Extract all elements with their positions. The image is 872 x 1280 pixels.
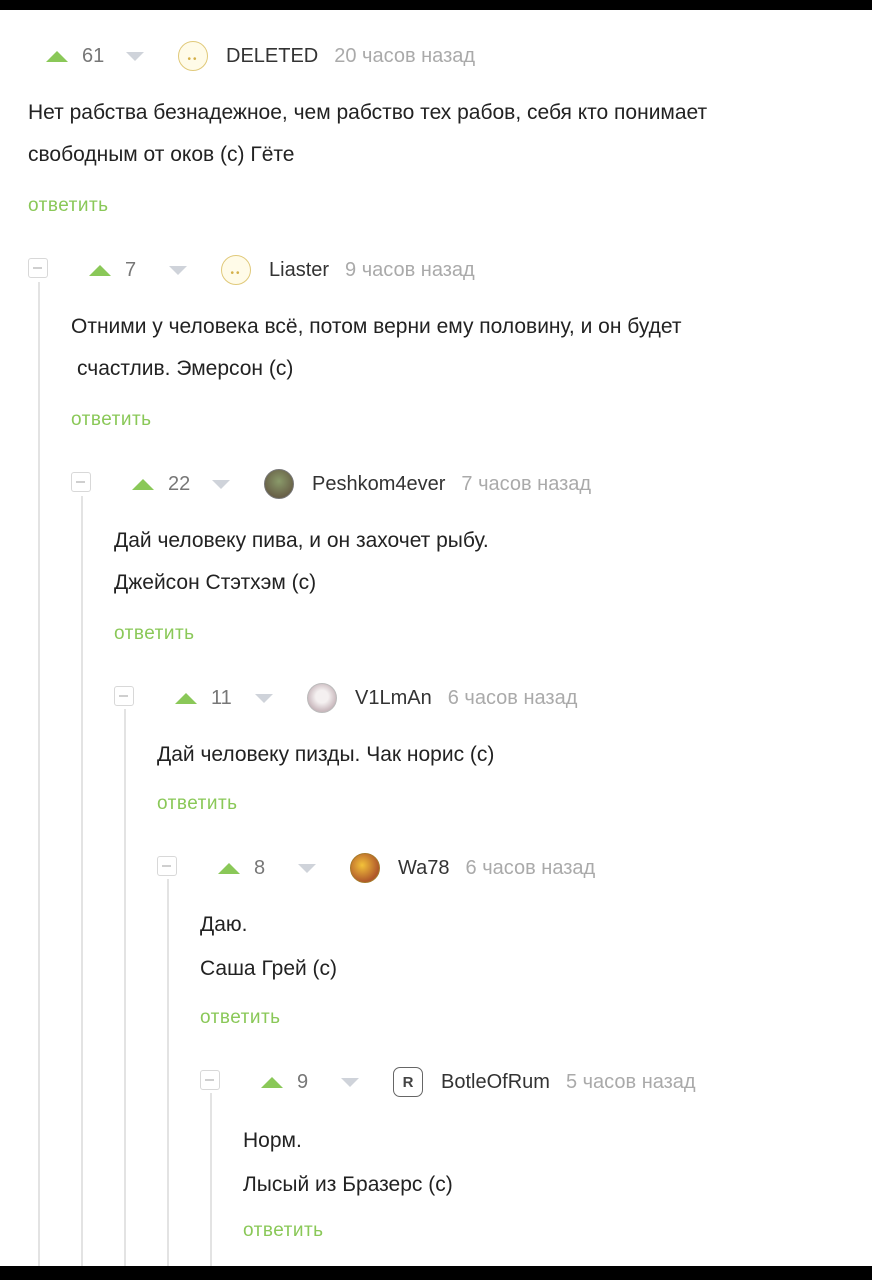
comment-header: 61 DELETED 20 часов назад (28, 36, 475, 76)
upvote-icon[interactable] (89, 264, 111, 276)
comment-header: 7 Liaster 9 часов назад (71, 250, 475, 290)
comment-text-line: Отними у человека всё, потом верни ему п… (71, 315, 682, 338)
top-bar (0, 0, 872, 10)
comment-time: 6 часов назад (465, 856, 596, 879)
comment-time: 5 часов назад (565, 1070, 696, 1093)
upvote-icon[interactable] (46, 50, 68, 62)
comment-header: 9 R BotleOfRum 5 часов назад (243, 1062, 696, 1102)
cat-avatar-icon[interactable] (307, 683, 337, 713)
comment-time: 20 часов назад (334, 44, 476, 67)
downvote-icon[interactable] (169, 265, 187, 275)
collapse-thread-button[interactable] (71, 472, 91, 492)
comment-text-line: Дай человеку пива, и он захочет рыбу. (114, 529, 489, 552)
upvote-icon[interactable] (132, 478, 154, 490)
comment-header: 22 Peshkom4ever 7 часов назад (114, 464, 591, 504)
comment-header: 8 Wa78 6 часов назад (200, 848, 595, 888)
reply-link[interactable]: ответить (114, 623, 195, 645)
collapse-thread-button[interactable] (157, 856, 177, 876)
comment-author[interactable]: V1LmAn (355, 687, 432, 710)
comment-text-line: Норм. (243, 1129, 302, 1152)
rammstein-logo-avatar-icon[interactable]: R (393, 1067, 423, 1097)
upvote-icon[interactable] (218, 862, 240, 874)
collapse-thread-button[interactable] (28, 258, 48, 278)
thread-line-2[interactable] (81, 496, 83, 1272)
comment-text-line: Нет рабства безнадежное, чем рабство тех… (28, 101, 708, 124)
downvote-icon[interactable] (298, 863, 316, 873)
downvote-icon[interactable] (341, 1077, 359, 1087)
comment-time: 6 часов назад (447, 686, 578, 709)
comment-text-line: Лысый из Бразерс (с) (243, 1173, 453, 1196)
comment-author[interactable]: Liaster (269, 259, 329, 282)
comment-header: 11 V1LmAn 6 часов назад (157, 678, 577, 718)
collapse-thread-button[interactable] (200, 1070, 220, 1090)
thread-line-4[interactable] (167, 879, 169, 1272)
comment-text-line: Дай человеку пизды. Чак норис (с) (157, 743, 495, 766)
comment-score: 11 (211, 686, 232, 709)
comment-time: 7 часов назад (461, 472, 592, 495)
comment-text-line: свободным от оков (с) Гёте (28, 143, 295, 166)
comment-text-line: Даю. (200, 913, 248, 936)
comment-score: 8 (254, 856, 266, 879)
reply-link[interactable]: ответить (243, 1220, 324, 1242)
thread-line-1[interactable] (38, 282, 40, 1272)
collapse-thread-button[interactable] (114, 686, 134, 706)
bottom-bar (0, 1266, 872, 1280)
comment-author[interactable]: Wa78 (398, 857, 450, 880)
downvote-icon[interactable] (126, 51, 144, 61)
ghost-avatar-icon[interactable] (178, 41, 208, 71)
comment-author[interactable]: BotleOfRum (441, 1071, 550, 1094)
reply-link[interactable]: ответить (157, 793, 238, 815)
comment-score: 61 (82, 44, 105, 67)
comment-score: 22 (168, 472, 191, 495)
downvote-icon[interactable] (212, 479, 230, 489)
comment-text-line: Саша Грей (с) (200, 957, 338, 980)
comment-author[interactable]: Peshkom4ever (312, 473, 445, 496)
ghost-avatar-icon[interactable] (221, 255, 251, 285)
reply-link[interactable]: ответить (200, 1007, 281, 1029)
comment-score: 7 (125, 258, 137, 281)
anime-avatar-icon[interactable] (350, 853, 380, 883)
photo-avatar-icon[interactable] (264, 469, 294, 499)
upvote-icon[interactable] (175, 692, 197, 704)
thread-line-5[interactable] (210, 1093, 212, 1272)
reply-link[interactable]: ответить (28, 195, 109, 217)
downvote-icon[interactable] (255, 693, 273, 703)
upvote-icon[interactable] (261, 1076, 283, 1088)
comment-time: 9 часов назад (345, 258, 475, 281)
comment-text-line: Джейсон Стэтхэм (с) (114, 571, 317, 594)
reply-link[interactable]: ответить (71, 409, 152, 431)
thread-line-3[interactable] (124, 709, 126, 1272)
comment-text-line: счастлив. Эмерсон (с) (77, 357, 294, 380)
comment-score: 9 (297, 1070, 309, 1093)
comment-author[interactable]: DELETED (226, 45, 318, 68)
